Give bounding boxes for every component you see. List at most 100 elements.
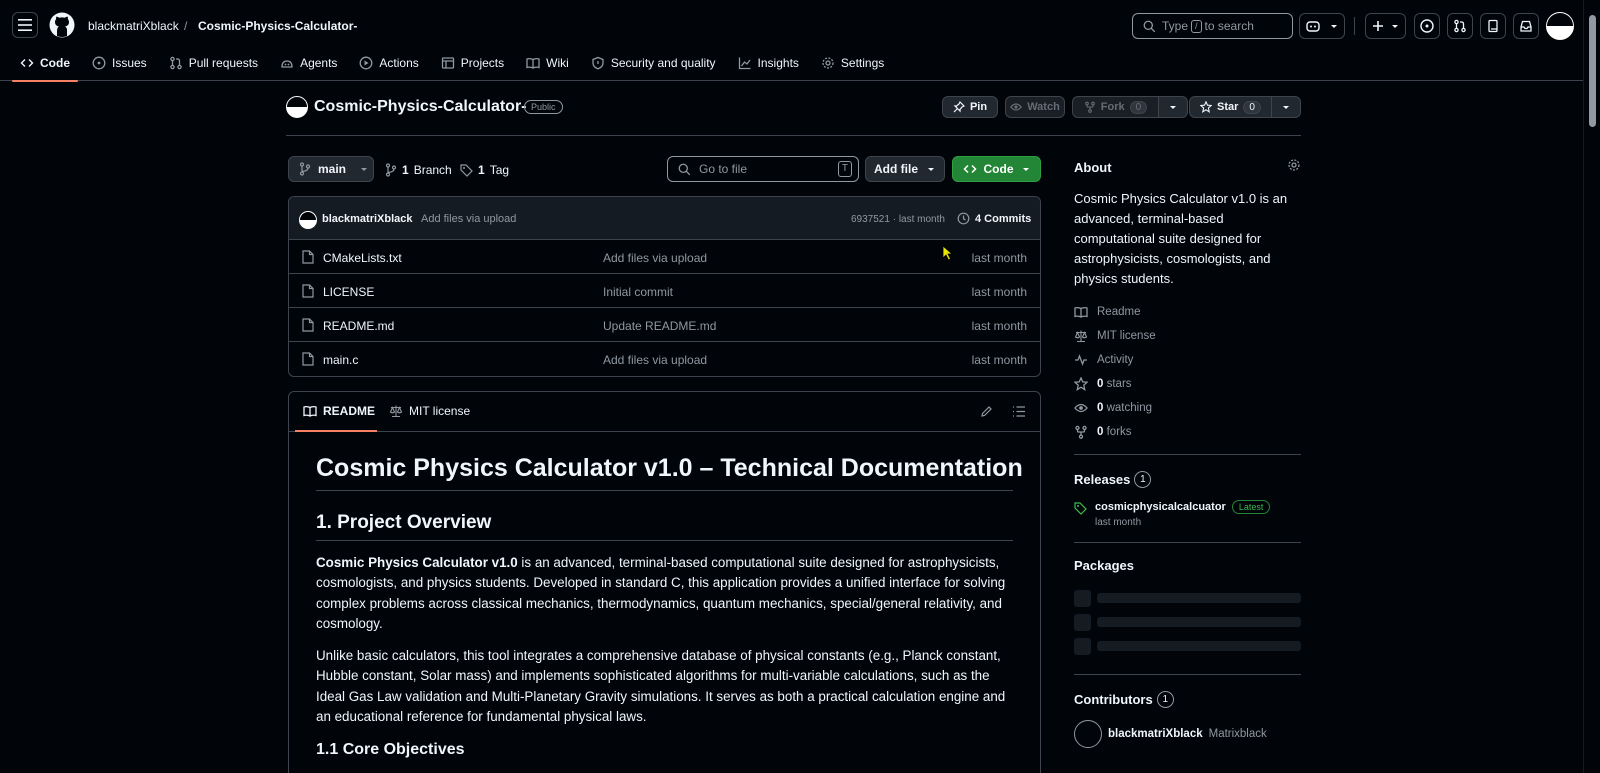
- branches-label: Branch: [413, 163, 452, 177]
- tab-insights[interactable]: Insights: [730, 52, 807, 81]
- go-to-file-input[interactable]: Go to file T: [667, 156, 859, 182]
- tab-pull-requests[interactable]: Pull requests: [161, 52, 266, 81]
- issue-icon: [92, 56, 106, 70]
- search-icon: [678, 163, 691, 175]
- repositories-shortcut-button[interactable]: [1480, 13, 1506, 39]
- tab-label: Security and quality: [610, 56, 716, 70]
- license-link[interactable]: MIT license: [1074, 324, 1301, 348]
- file-row[interactable]: LICENSE Initial commit last month: [289, 274, 1040, 308]
- list-icon[interactable]: [1012, 405, 1026, 418]
- table-icon: [441, 57, 454, 69]
- contributor-avatar[interactable]: [1074, 720, 1102, 748]
- create-new-button[interactable]: [1365, 13, 1406, 39]
- forks-link[interactable]: 0 forks: [1074, 420, 1301, 444]
- file-commit-message[interactable]: Add files via upload: [603, 353, 707, 367]
- tab-license[interactable]: MIT license: [389, 404, 470, 418]
- tab-settings[interactable]: Settings: [813, 52, 892, 81]
- star-icon: [1200, 101, 1213, 113]
- breadcrumb-owner[interactable]: blackmatriXblack: [88, 19, 179, 33]
- packages-heading[interactable]: Packages: [1074, 558, 1301, 573]
- commit-author[interactable]: blackmatriXblack: [322, 213, 413, 225]
- repo-title[interactable]: Cosmic-Physics-Calculator-: [314, 98, 527, 116]
- fork-button[interactable]: Fork 0: [1072, 96, 1159, 118]
- tab-security[interactable]: Security and quality: [583, 52, 724, 81]
- pin-button[interactable]: Pin: [942, 96, 998, 118]
- agent-icon: [281, 60, 293, 68]
- releases-heading[interactable]: Releases 1: [1074, 471, 1301, 488]
- activity-link[interactable]: Activity: [1074, 348, 1301, 372]
- add-file-button[interactable]: Add file: [865, 156, 945, 182]
- readme-paragraph: Cosmic Physics Calculator v1.0 is an adv…: [316, 553, 1013, 634]
- contributor-username[interactable]: blackmatriXblack: [1108, 728, 1203, 740]
- tags-link[interactable]: 1 Tag: [460, 163, 509, 177]
- file-name[interactable]: CMakeLists.txt: [323, 251, 402, 265]
- file-commit-message[interactable]: Add files via upload: [603, 251, 707, 265]
- menu-button[interactable]: [12, 12, 38, 38]
- tab-code[interactable]: Code: [12, 52, 78, 82]
- tab-wiki[interactable]: Wiki: [518, 52, 577, 81]
- gear-icon[interactable]: [1287, 158, 1301, 172]
- contributors-title: Contributors: [1074, 692, 1153, 707]
- header-divider: [1354, 17, 1355, 35]
- user-avatar[interactable]: [1546, 12, 1574, 40]
- file-date: last month: [971, 319, 1027, 333]
- readme-link[interactable]: Readme: [1074, 300, 1301, 324]
- repo-header: Cosmic-Physics-Calculator- Public Pin Wa…: [286, 96, 1301, 136]
- tab-agents[interactable]: Agents: [272, 52, 345, 81]
- code-button[interactable]: Code: [952, 156, 1041, 182]
- github-logo-icon[interactable]: [49, 12, 75, 38]
- breadcrumb-repo[interactable]: Cosmic-Physics-Calculator-: [198, 19, 357, 33]
- search-text-before: Type: [1162, 19, 1189, 33]
- release-item[interactable]: cosmicphysicalcalcuator Latest last mont…: [1074, 500, 1301, 528]
- file-commit-message[interactable]: Initial commit: [603, 285, 673, 299]
- commit-message[interactable]: Add files via upload: [421, 213, 516, 225]
- tab-projects[interactable]: Projects: [433, 52, 512, 81]
- issues-shortcut-button[interactable]: [1414, 13, 1440, 39]
- file-row[interactable]: CMakeLists.txt Add files via upload last…: [289, 240, 1040, 274]
- latest-commit-row: blackmatriXblack Add files via upload 69…: [289, 197, 1040, 240]
- git-branch-icon: [385, 163, 397, 177]
- tab-readme[interactable]: README: [303, 404, 375, 418]
- watch-button[interactable]: Watch: [1005, 96, 1065, 118]
- file-name[interactable]: LICENSE: [323, 285, 374, 299]
- file-row[interactable]: main.c Add files via upload last month: [289, 342, 1040, 376]
- branches-link[interactable]: 1 Branch: [385, 163, 452, 177]
- commits-link[interactable]: 4 Commits: [957, 212, 1031, 225]
- stars-label: stars: [1106, 378, 1132, 390]
- search-input[interactable]: Type / to search: [1132, 13, 1293, 39]
- page-scrollbar[interactable]: [1583, 0, 1600, 773]
- watching-link[interactable]: 0 watching: [1074, 396, 1301, 420]
- fork-label: Fork: [1100, 101, 1125, 113]
- tab-issues[interactable]: Issues: [84, 52, 155, 81]
- fork-dropdown-button[interactable]: [1158, 96, 1188, 118]
- file-table: blackmatriXblack Add files via upload 69…: [288, 196, 1041, 377]
- fork-icon: [1075, 425, 1087, 439]
- contributor-item[interactable]: blackmatriXblack Matrixblack: [1074, 720, 1301, 748]
- commits-count: 4 Commits: [975, 212, 1032, 225]
- file-name[interactable]: main.c: [323, 353, 358, 367]
- pencil-icon[interactable]: [980, 405, 993, 418]
- inbox-button[interactable]: [1513, 13, 1539, 39]
- contributor-name: Matrixblack: [1208, 728, 1267, 740]
- file-icon: [302, 250, 314, 264]
- contributors-heading[interactable]: Contributors 1: [1074, 691, 1301, 708]
- star-button[interactable]: Star 0: [1189, 96, 1272, 118]
- file-commit-message[interactable]: Update README.md: [603, 319, 716, 333]
- repo-owner-avatar[interactable]: [286, 96, 308, 118]
- file-row[interactable]: README.md Update README.md last month: [289, 308, 1040, 342]
- tab-label: Issues: [112, 56, 147, 70]
- breadcrumb-separator: /: [184, 19, 188, 33]
- release-name[interactable]: cosmicphysicalcalcuator: [1095, 501, 1226, 513]
- commit-author-avatar[interactable]: [299, 211, 317, 229]
- scrollbar-thumb[interactable]: [1589, 15, 1596, 127]
- copilot-button[interactable]: [1299, 13, 1345, 39]
- star-dropdown-button[interactable]: [1271, 96, 1301, 118]
- branch-selector[interactable]: main: [288, 156, 374, 182]
- releases-count: 1: [1134, 471, 1152, 488]
- pull-requests-shortcut-button[interactable]: [1447, 13, 1473, 39]
- stars-link[interactable]: 0 stars: [1074, 372, 1301, 396]
- tab-label: Code: [40, 56, 70, 70]
- file-name[interactable]: README.md: [323, 319, 394, 333]
- tab-actions[interactable]: Actions: [351, 52, 426, 81]
- commit-hash-time[interactable]: 6937521 · last month: [851, 214, 945, 225]
